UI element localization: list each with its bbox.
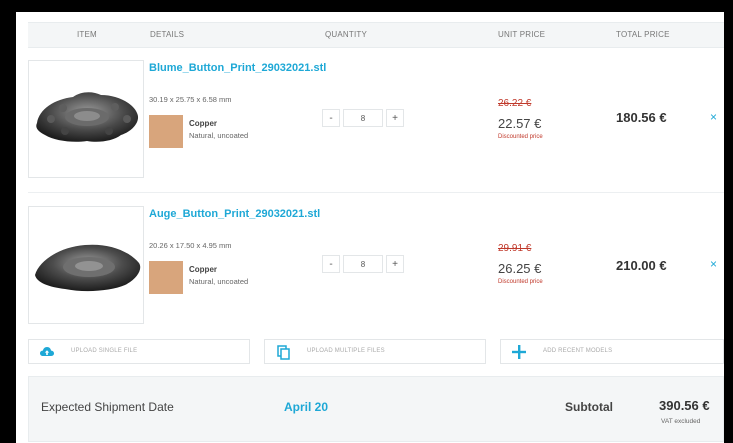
quantity-increase-button[interactable]: + <box>386 109 404 127</box>
unit-price: 22.57 € <box>498 116 542 131</box>
cloud-upload-icon <box>40 347 54 356</box>
model-dimensions: 30.19 x 25.75 x 6.58 mm <box>149 95 232 104</box>
add-recent-models-button[interactable]: ADD RECENT MODELS <box>500 339 724 364</box>
remove-item-icon[interactable]: × <box>710 257 717 271</box>
model-thumbnail[interactable] <box>28 60 144 178</box>
model-dimensions: 20.26 x 17.50 x 4.95 mm <box>149 241 232 250</box>
col-item: ITEM <box>77 30 97 39</box>
shopping-cart: ITEM DETAILS QUANTITY UNIT PRICE TOTAL P… <box>16 12 724 443</box>
copy-files-icon <box>277 345 290 360</box>
quantity-decrease-button[interactable]: - <box>322 255 340 273</box>
material-finish: Natural, uncoated <box>189 277 249 286</box>
upload-multiple-label: UPLOAD MULTIPLE FILES <box>307 348 385 354</box>
upload-single-file-button[interactable]: UPLOAD SINGLE FILE <box>28 339 250 364</box>
material-finish: Natural, uncoated <box>189 131 249 140</box>
plus-icon <box>512 345 526 359</box>
subtotal-value: 390.56 € <box>659 398 710 413</box>
col-quantity: QUANTITY <box>325 30 368 39</box>
unit-price: 26.25 € <box>498 261 542 276</box>
model-thumbnail[interactable] <box>28 206 144 324</box>
material-name: Copper <box>189 265 217 274</box>
cart-item: Auge_Button_Print_29032021.stl 20.26 x 1… <box>28 206 724 330</box>
subtotal-label: Subtotal <box>565 400 613 414</box>
add-recent-label: ADD RECENT MODELS <box>543 348 613 354</box>
col-unit-price: UNIT PRICE <box>498 30 546 39</box>
cart-item: Blume_Button_Print_29032021.stl 30.19 x … <box>28 60 724 184</box>
quantity-input[interactable]: 8 <box>343 109 383 127</box>
upload-multiple-files-button[interactable]: UPLOAD MULTIPLE FILES <box>264 339 486 364</box>
shipment-date-value: April 20 <box>284 400 329 414</box>
remove-item-icon[interactable]: × <box>710 110 717 124</box>
eye-button-model-icon <box>35 244 141 292</box>
file-name-link[interactable]: Auge_Button_Print_29032021.stl <box>149 207 329 221</box>
original-price: 26.22 € <box>498 98 532 109</box>
upload-single-label: UPLOAD SINGLE FILE <box>71 348 138 354</box>
quantity-increase-button[interactable]: + <box>386 255 404 273</box>
material-swatch[interactable] <box>149 115 183 148</box>
item-total-price: 210.00 € <box>616 258 667 273</box>
table-header: ITEM DETAILS QUANTITY UNIT PRICE TOTAL P… <box>28 22 724 48</box>
col-total-price: TOTAL PRICE <box>616 30 670 39</box>
quantity-input[interactable]: 8 <box>343 255 383 273</box>
order-summary: Expected Shipment Date April 20 Subtotal… <box>28 376 724 442</box>
original-price: 29.91 € <box>498 243 532 254</box>
material-name: Copper <box>189 119 217 128</box>
flower-button-model-icon <box>36 92 139 142</box>
item-total-price: 180.56 € <box>616 110 667 125</box>
discount-label: Discounted price <box>498 134 543 140</box>
file-name-link[interactable]: Blume_Button_Print_29032021.stl <box>149 61 329 75</box>
quantity-decrease-button[interactable]: - <box>322 109 340 127</box>
discount-label: Discounted price <box>498 279 543 285</box>
quantity-stepper: - 8 + <box>322 255 408 273</box>
quantity-stepper: - 8 + <box>322 109 408 127</box>
row-divider <box>28 192 724 193</box>
shipment-date-label: Expected Shipment Date <box>41 400 174 414</box>
col-details: DETAILS <box>150 30 185 39</box>
vat-note: VAT excluded <box>661 418 701 425</box>
material-swatch[interactable] <box>149 261 183 294</box>
